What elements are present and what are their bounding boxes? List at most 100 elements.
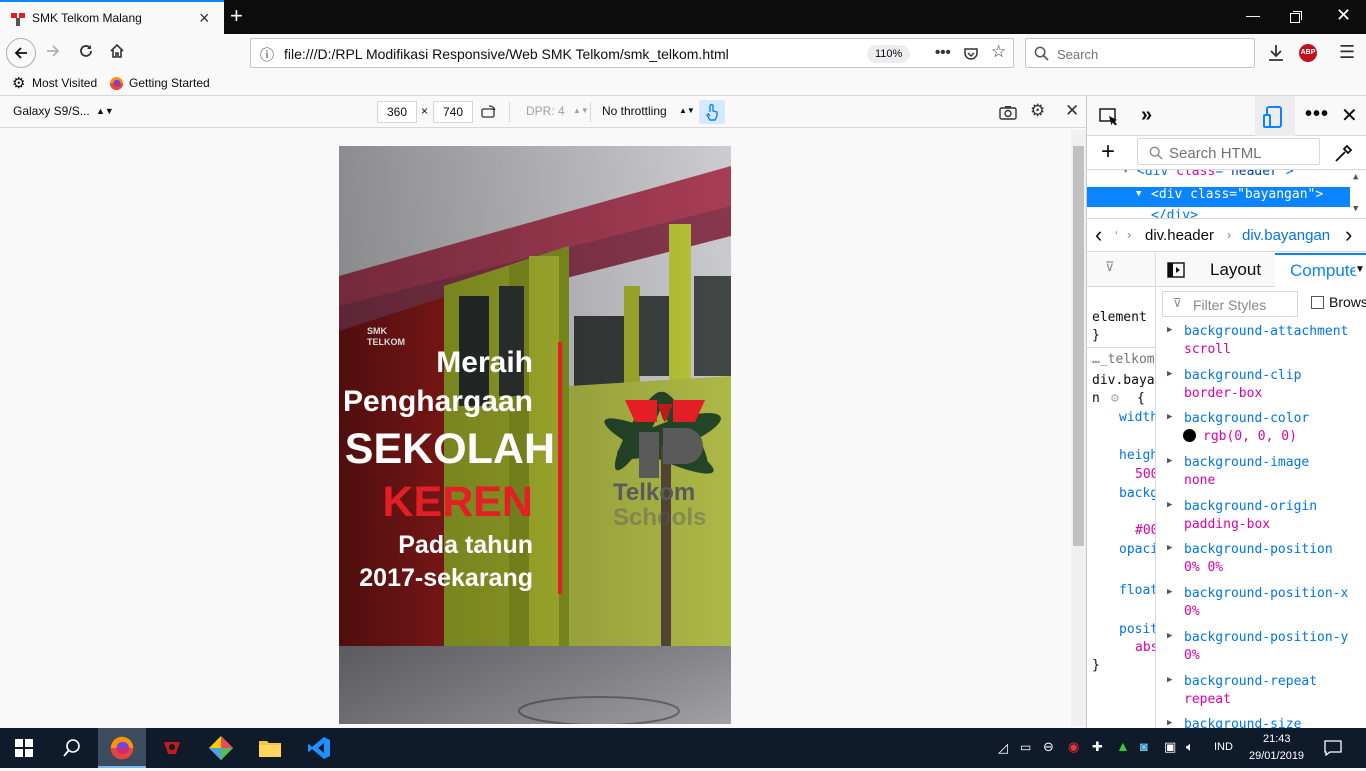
tray-drive-icon[interactable]: ▲ xyxy=(1116,738,1130,754)
color-swatch[interactable] xyxy=(1183,429,1196,443)
bookmark-star-icon[interactable]: ☆ xyxy=(991,42,1006,62)
search-bar[interactable]: Search xyxy=(1025,38,1255,68)
screenshot-camera-icon[interactable] xyxy=(999,105,1017,120)
node-highlighter-icon[interactable]: ⚙ xyxy=(1111,391,1119,406)
breadcrumb-truncated[interactable]: ‘ xyxy=(1115,228,1118,243)
adblock-plus-icon[interactable]: ABP xyxy=(1299,44,1317,62)
bookmark-most-visited[interactable]: Most Visited xyxy=(32,76,97,90)
expand-twisty-icon[interactable]: ▶ xyxy=(1167,675,1172,685)
breadcrumb-left-icon[interactable]: ‹ xyxy=(1095,222,1102,248)
computed-property[interactable]: ▶ background-position 0% 0% xyxy=(1157,541,1366,585)
markup-node-bayangan[interactable]: <div class="bayangan"> xyxy=(1151,187,1323,202)
expand-twisty-icon[interactable]: ▶ xyxy=(1167,412,1172,422)
device-dropdown-icon[interactable]: ▲▼ xyxy=(96,106,114,116)
computed-property[interactable]: ▶ background-image none xyxy=(1157,454,1366,498)
computed-property[interactable]: ▶ background-color rgb(0, 0, 0) xyxy=(1157,410,1366,454)
rule-prop-position[interactable]: positi xyxy=(1119,622,1155,637)
filter-icon[interactable]: ⊽ xyxy=(1105,260,1115,275)
toggle-sidebar-icon[interactable] xyxy=(1167,262,1185,278)
tab-layout[interactable]: Layout xyxy=(1210,260,1261,280)
markup-scroll-down-icon[interactable]: ▼ xyxy=(1353,204,1358,214)
expand-twisty-icon[interactable]: ▶ xyxy=(1167,456,1172,466)
zoom-level-badge[interactable]: 110% xyxy=(867,45,911,63)
viewport-width-input[interactable]: 360 xyxy=(377,101,417,123)
page-info-icon[interactable]: ⓘ xyxy=(260,45,274,65)
taskbar-app-red[interactable] xyxy=(148,728,196,768)
computed-property[interactable]: ▶ background-position-y 0% xyxy=(1157,629,1366,673)
start-button[interactable] xyxy=(0,728,48,768)
back-button[interactable] xyxy=(6,38,36,68)
bookmark-getting-started[interactable]: Getting Started xyxy=(129,76,210,90)
breadcrumb-right-icon[interactable]: › xyxy=(1345,222,1352,248)
window-close-icon[interactable]: ✕ xyxy=(1336,5,1351,26)
url-text[interactable]: file:///D:/RPL Modifikasi Responsive/Web… xyxy=(284,46,729,62)
dpr-selector[interactable]: DPR: 4 xyxy=(526,104,565,118)
expand-twisty-icon[interactable]: ▶ xyxy=(1167,500,1172,510)
downloads-icon[interactable] xyxy=(1268,44,1284,62)
more-tools-chevron-icon[interactable]: » xyxy=(1141,104,1152,127)
collapse-twisty-icon[interactable]: ▼ xyxy=(1136,189,1141,199)
rdm-toggle-button[interactable] xyxy=(1255,96,1295,136)
close-rdm-icon[interactable]: ✕ xyxy=(1065,101,1079,121)
expand-twisty-icon[interactable]: ▶ xyxy=(1167,369,1172,379)
restore-icon[interactable] xyxy=(1290,11,1302,23)
reload-button[interactable] xyxy=(73,40,99,66)
clock-date[interactable]: 29/01/2019 xyxy=(1249,750,1304,762)
tray-shield-icon[interactable]: ✚ xyxy=(1092,739,1103,755)
tab-active[interactable]: SMK Telkom Malang × xyxy=(0,0,224,34)
expand-twisty-icon[interactable]: ▶ xyxy=(1167,325,1172,335)
minimize-icon[interactable]: — xyxy=(1246,7,1260,23)
page-actions-icon[interactable]: ••• xyxy=(935,44,951,61)
computed-property[interactable]: ▶ background-repeat repeat xyxy=(1157,673,1366,717)
viewport-height-input[interactable]: 740 xyxy=(433,101,473,123)
network-wifi-icon[interactable]: ◿ xyxy=(998,740,1008,756)
rule-source[interactable]: …_telkom xyxy=(1092,352,1155,367)
battery-icon[interactable]: ▭ xyxy=(1020,740,1031,754)
tray-sync-icon[interactable]: ◙ xyxy=(1140,739,1148,754)
expand-twisty-icon[interactable]: ▶ xyxy=(1167,543,1172,553)
rule-prop-width[interactable]: width xyxy=(1119,410,1155,425)
rule-prop-background[interactable]: backgr xyxy=(1119,486,1155,501)
expand-twisty-icon[interactable]: ▶ xyxy=(1167,587,1172,597)
menu-icon[interactable]: ☰ xyxy=(1339,42,1355,63)
element-picker-icon[interactable] xyxy=(1099,108,1119,126)
volume-icon[interactable]: 🔈︎ xyxy=(1186,739,1194,755)
search-button[interactable] xyxy=(48,728,96,768)
markup-scroll-up-icon[interactable]: ▲ xyxy=(1353,172,1358,182)
rule-prop-height[interactable]: height xyxy=(1119,448,1155,463)
settings-gear-icon[interactable]: ⚙ xyxy=(1030,101,1045,121)
tray-app-red-icon[interactable]: ◉ xyxy=(1068,739,1079,755)
computed-property[interactable]: ▶ background-origin padding-box xyxy=(1157,498,1366,542)
breadcrumb-item-header[interactable]: div.header xyxy=(1145,227,1214,244)
forward-button[interactable] xyxy=(40,40,66,66)
computed-property[interactable]: ▶ background-attachment scroll xyxy=(1157,323,1366,367)
language-indicator[interactable]: IND xyxy=(1214,741,1233,753)
device-selector[interactable]: Galaxy S9/S... xyxy=(13,104,90,118)
taskbar-file-explorer[interactable] xyxy=(246,728,294,768)
rule-value-background[interactable]: #000 xyxy=(1135,523,1155,538)
markup-node-close[interactable]: </div> xyxy=(1151,208,1198,218)
taskbar-app-diamond[interactable] xyxy=(197,728,245,768)
rdm-scrollbar[interactable] xyxy=(1071,130,1086,726)
markup-node-header[interactable]: <div class="header"> xyxy=(1137,170,1294,179)
breadcrumb-item-bayangan[interactable]: div.bayangan xyxy=(1242,227,1330,244)
close-tab-icon[interactable]: × xyxy=(199,8,210,29)
devtools-menu-icon[interactable]: ••• xyxy=(1305,103,1329,126)
taskbar-vscode[interactable] xyxy=(295,728,343,768)
home-button[interactable] xyxy=(104,40,130,66)
rule-prop-opacity[interactable]: opacity xyxy=(1119,542,1155,557)
add-node-icon[interactable]: + xyxy=(1101,138,1115,166)
eyedropper-icon[interactable] xyxy=(1333,144,1353,164)
taskbar-firefox[interactable] xyxy=(98,728,146,768)
rotate-icon[interactable] xyxy=(480,104,498,120)
computed-property[interactable]: ▶ background-clip border-box xyxy=(1157,367,1366,411)
expand-twisty-icon[interactable]: ▶ xyxy=(1167,718,1172,728)
expand-twisty-icon[interactable]: ▼ xyxy=(1123,170,1128,176)
rule-prop-float[interactable]: float xyxy=(1119,583,1155,598)
filter-styles-input[interactable]: ⊽ Filter Styles xyxy=(1162,291,1298,317)
expand-twisty-icon[interactable]: ▶ xyxy=(1167,631,1172,641)
clock-time[interactable]: 21:43 xyxy=(1263,733,1291,745)
throttling-selector[interactable]: No throttling xyxy=(602,104,667,118)
scrollbar-thumb[interactable] xyxy=(1073,146,1084,546)
url-bar[interactable]: ⓘ file:///D:/RPL Modifikasi Responsive/W… xyxy=(250,38,1014,68)
